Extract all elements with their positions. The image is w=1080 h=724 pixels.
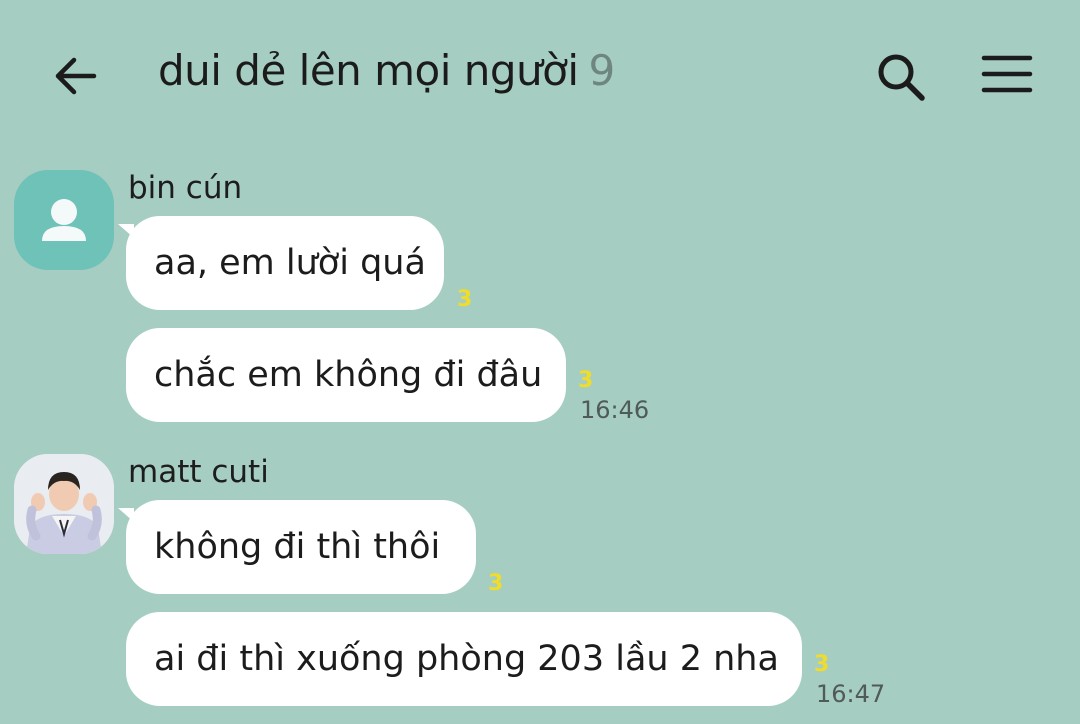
search-button[interactable]: [874, 50, 928, 104]
message-time: 16:47: [816, 680, 886, 708]
unread-count: 3: [488, 571, 504, 596]
chat-title: dui dẻ lên mọi người 9: [158, 46, 615, 95]
menu-button[interactable]: [980, 52, 1034, 98]
sender-name: matt cuti: [128, 454, 269, 490]
avatar-bin-cun[interactable]: [14, 170, 114, 270]
message-bubble[interactable]: aa, em lười quá: [126, 216, 444, 310]
member-count: 9: [588, 46, 616, 95]
message-bubble[interactable]: ai đi thì xuống phòng 203 lầu 2 nha: [126, 612, 802, 706]
message-bubble[interactable]: chắc em không đi đâu: [126, 328, 566, 422]
unread-count: 3: [578, 368, 594, 393]
chat-title-text: dui dẻ lên mọi người: [158, 46, 579, 95]
sender-name: bin cún: [128, 170, 243, 206]
back-button[interactable]: [50, 50, 102, 102]
chat-header: dui dẻ lên mọi người 9: [0, 0, 1080, 150]
unread-count: 3: [814, 652, 830, 677]
avatar-matt-cuti[interactable]: [14, 454, 114, 554]
arrow-left-icon: [55, 57, 97, 95]
message-bubble[interactable]: không đi thì thôi: [126, 500, 476, 594]
hamburger-menu-icon: [981, 55, 1033, 93]
profile-photo: [14, 454, 114, 554]
unread-count: 3: [457, 287, 473, 312]
message-time: 16:46: [580, 396, 650, 424]
default-person-icon: [42, 199, 86, 241]
search-icon: [878, 54, 925, 101]
